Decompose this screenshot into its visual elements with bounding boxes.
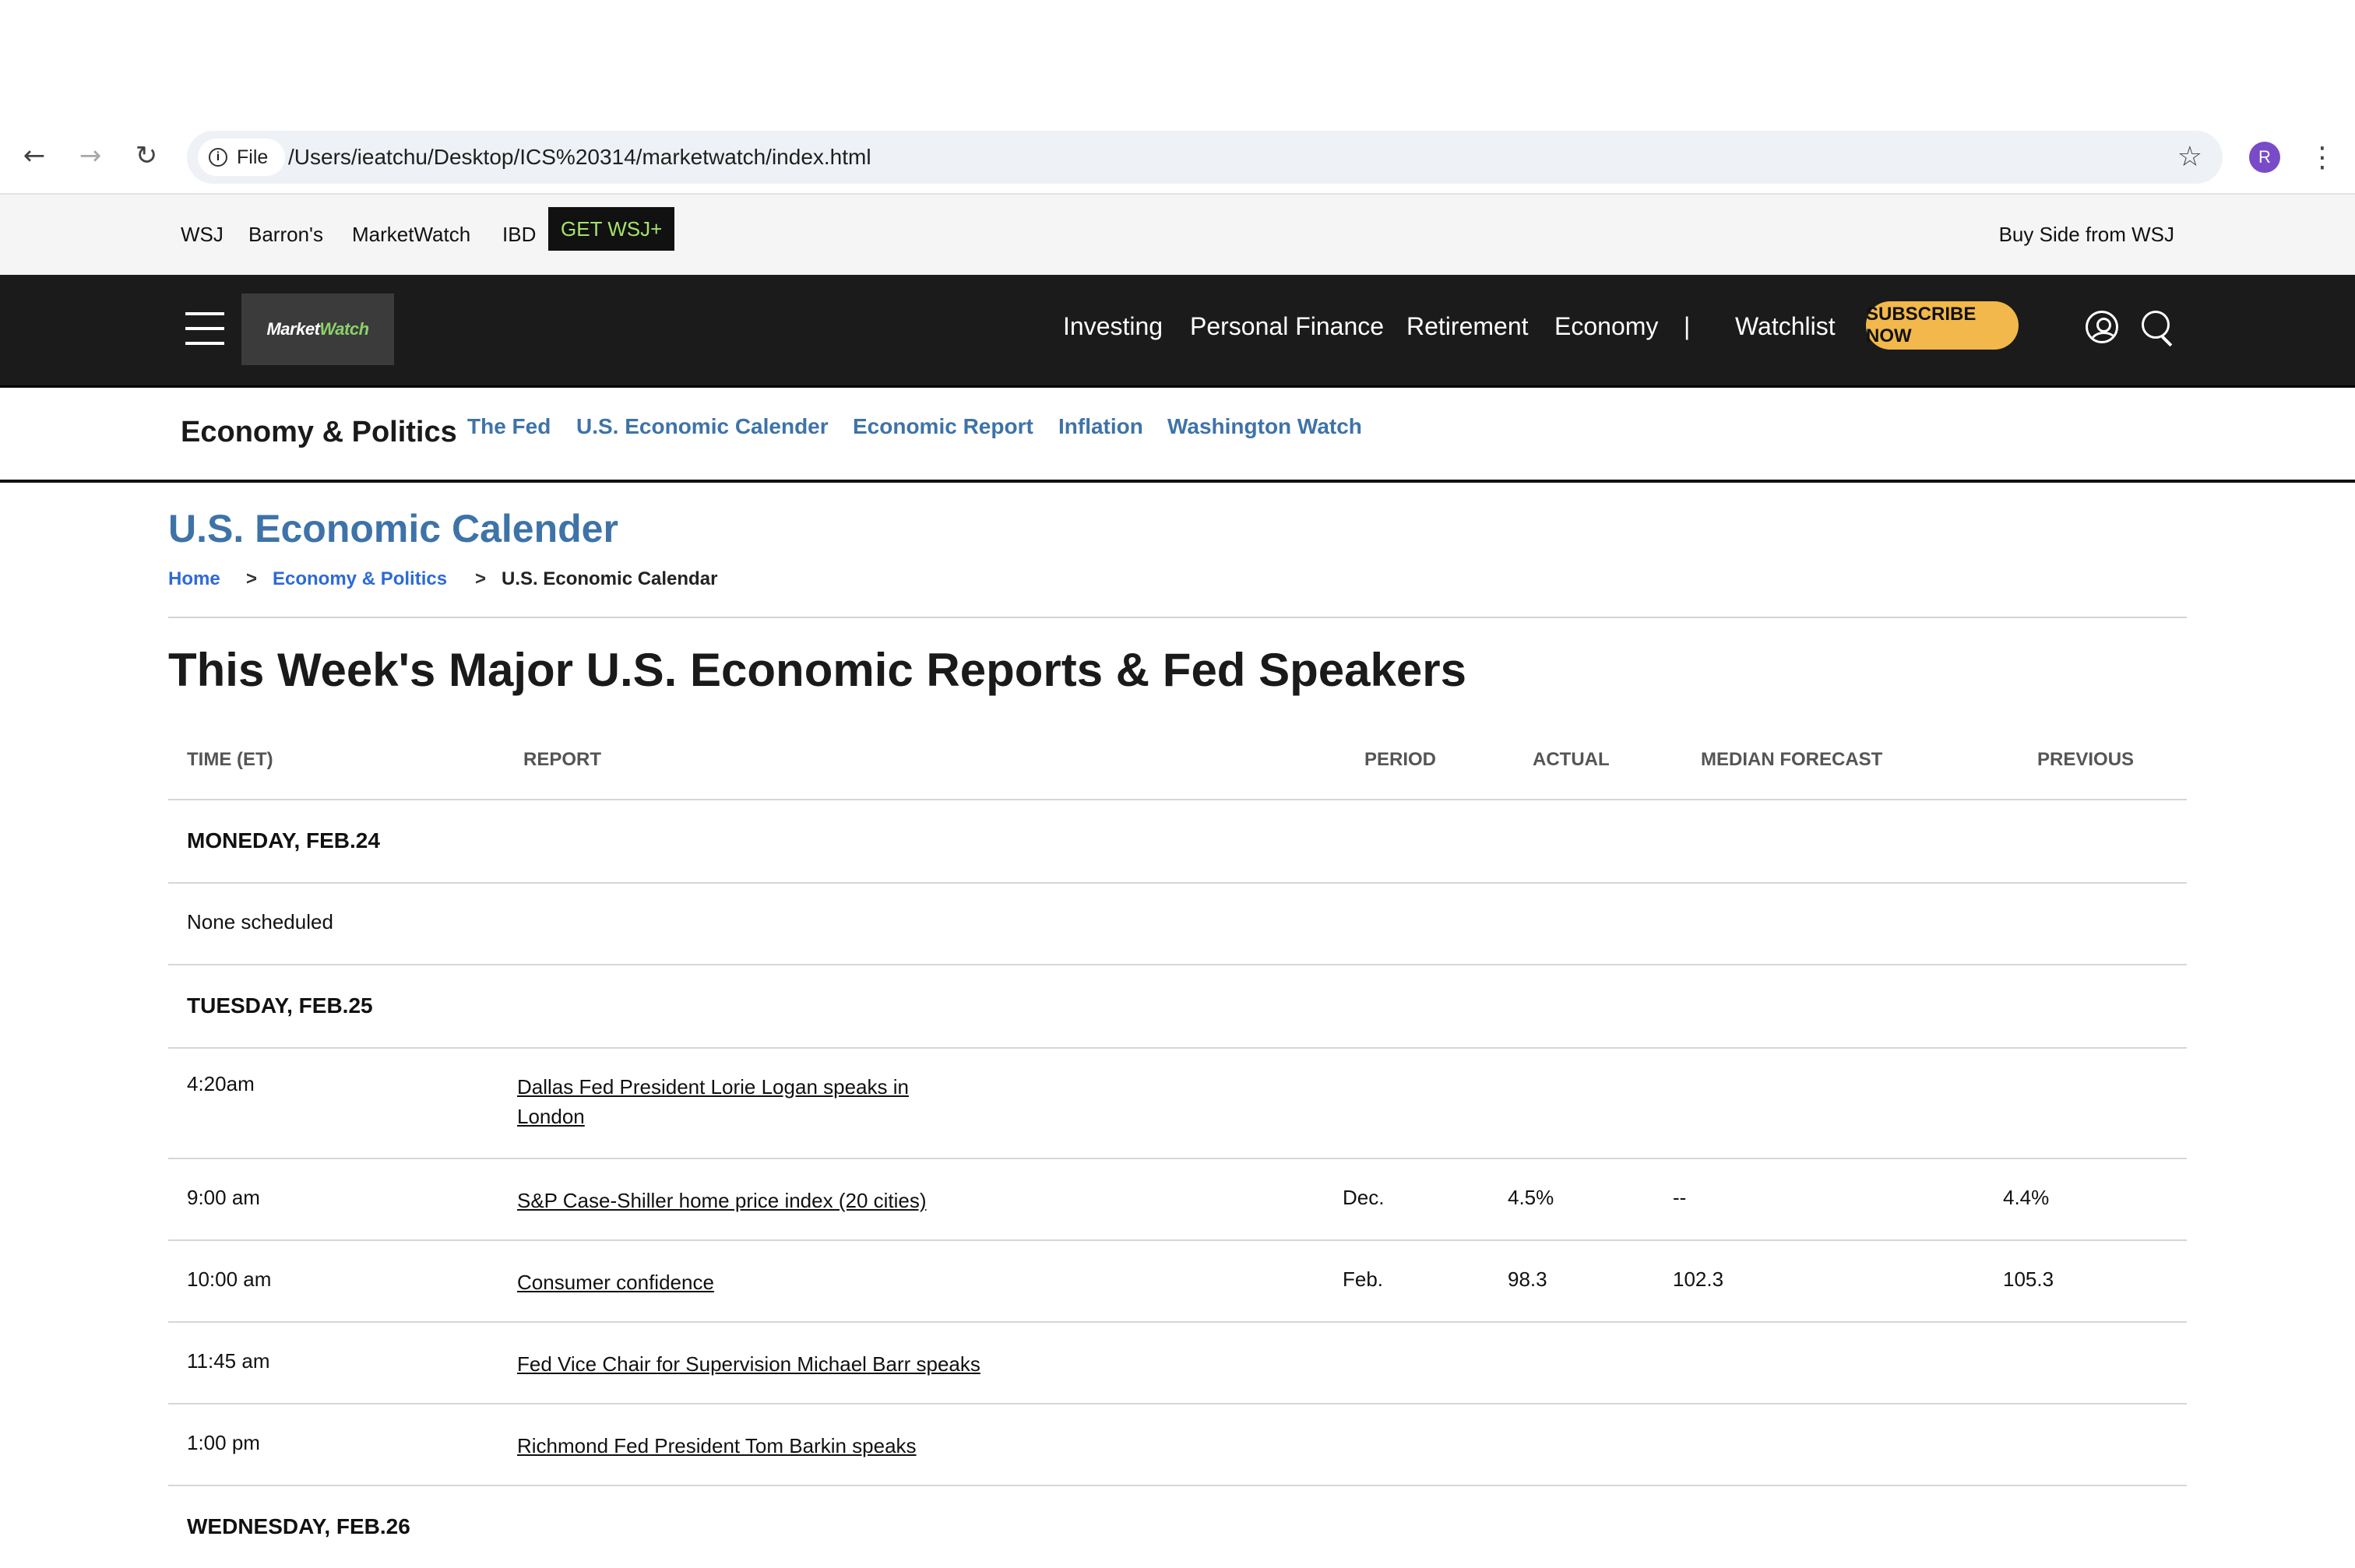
event-time: 9:00 am xyxy=(187,1186,260,1209)
col-header-median-forecast: MEDIAN FORECAST xyxy=(1701,749,1883,770)
col-header-report: REPORT xyxy=(523,749,602,770)
hamburger-menu-icon[interactable] xyxy=(185,312,224,345)
event-time: 10:00 am xyxy=(187,1267,272,1291)
week-title: This Week's Major U.S. Economic Reports … xyxy=(168,644,1466,696)
section-link-inflation[interactable]: Inflation xyxy=(1058,414,1143,439)
info-icon: i xyxy=(209,148,227,167)
report-link[interactable]: Fed Vice Chair for Supervision Michael B… xyxy=(517,1349,980,1379)
marketwatch-logo[interactable]: Market Watch xyxy=(241,294,394,365)
table-row: None scheduled xyxy=(168,884,2187,965)
col-header-previous: PREVIOUS xyxy=(2037,749,2135,770)
logo-text-watch: Watch xyxy=(319,319,369,339)
back-arrow-icon[interactable]: ← xyxy=(16,137,53,174)
page-heading: U.S. Economic Calender xyxy=(168,507,618,550)
bookmark-star-icon[interactable]: ☆ xyxy=(2177,142,2202,173)
event-period: Dec. xyxy=(1343,1186,1385,1209)
breadcrumb-separator: > xyxy=(475,568,487,589)
event-median-forecast: -- xyxy=(1673,1186,1687,1209)
utility-bar: WSJ Barron's MarketWatch IBD Buy Side fr… xyxy=(0,195,2355,275)
table-header-row: TIME (ET) REPORT PERIOD ACTUAL MEDIAN FO… xyxy=(168,733,2187,800)
table-row: 1:00 pm Richmond Fed President Tom Barki… xyxy=(168,1405,2187,1486)
report-link[interactable]: Consumer confidence xyxy=(517,1267,714,1297)
section-link-economic-calender[interactable]: U.S. Economic Calender xyxy=(576,414,829,439)
none-scheduled-text: None scheduled xyxy=(187,910,333,933)
event-previous: 4.4% xyxy=(2003,1186,2050,1209)
nav-separator: | xyxy=(1684,312,1691,340)
day-row: TUESDAY, FEB.25 xyxy=(168,965,2187,1049)
table-row: 9:00 am S&P Case-Shiller home price inde… xyxy=(168,1159,2187,1241)
search-icon[interactable] xyxy=(2142,311,2176,347)
subscribe-now-button[interactable]: SUBSCRIBE NOW xyxy=(1866,301,2019,350)
event-median-forecast: 102.3 xyxy=(1673,1267,1724,1291)
event-period: Feb. xyxy=(1343,1267,1384,1291)
site-info-chip[interactable]: i File xyxy=(198,139,286,176)
day-label: MONEDAY, FEB.24 xyxy=(187,828,380,853)
buy-side-link[interactable]: Buy Side from WSJ xyxy=(1999,223,2174,247)
nav-economy[interactable]: Economy xyxy=(1554,312,1658,341)
col-header-period: PERIOD xyxy=(1364,749,1437,770)
section-title[interactable]: Economy & Politics xyxy=(181,416,457,449)
day-row: WEDNESDAY, FEB.26 xyxy=(168,1486,2187,1568)
nav-investing[interactable]: Investing xyxy=(1063,312,1163,341)
col-header-time: TIME (ET) xyxy=(187,749,273,770)
url-text[interactable]: /Users/ieatchu/Desktop/ICS%20314/marketw… xyxy=(288,131,871,184)
table-row: 11:45 am Fed Vice Chair for Supervision … xyxy=(168,1323,2187,1405)
table-row: 10:00 am Consumer confidence Feb. 98.3 1… xyxy=(168,1241,2187,1323)
main-nav: Market Watch Investing Personal Finance R… xyxy=(0,275,2355,388)
address-bar[interactable]: i File /Users/ieatchu/Desktop/ICS%20314/… xyxy=(187,131,2223,184)
day-label: WEDNESDAY, FEB.26 xyxy=(187,1514,410,1538)
util-link-marketwatch[interactable]: MarketWatch xyxy=(352,223,470,247)
event-actual: 4.5% xyxy=(1508,1186,1554,1209)
event-previous: 105.3 xyxy=(2003,1267,2054,1291)
economic-calendar-table: TIME (ET) REPORT PERIOD ACTUAL MEDIAN FO… xyxy=(168,733,2187,1568)
divider xyxy=(168,617,2187,618)
section-link-economic-report[interactable]: Economic Report xyxy=(853,414,1033,439)
col-header-actual: ACTUAL xyxy=(1533,749,1610,770)
section-link-washington-watch[interactable]: Washington Watch xyxy=(1167,414,1362,439)
report-link[interactable]: S&P Case-Shiller home price index (20 ci… xyxy=(517,1186,927,1215)
section-link-the-fed[interactable]: The Fed xyxy=(467,414,551,439)
user-account-icon[interactable] xyxy=(2086,311,2118,343)
breadcrumb-economy-politics[interactable]: Economy & Politics xyxy=(273,568,447,590)
nav-watchlist[interactable]: Watchlist xyxy=(1735,312,1836,341)
table-row: 4:20am Dallas Fed President Lorie Logan … xyxy=(168,1049,2187,1159)
util-link-ibd[interactable]: IBD xyxy=(502,223,536,247)
breadcrumb-current: U.S. Economic Calendar xyxy=(502,568,718,589)
reload-icon[interactable]: ↻ xyxy=(128,137,165,174)
browser-menu-icon[interactable]: ⋮ xyxy=(2308,137,2336,178)
event-actual: 98.3 xyxy=(1508,1267,1547,1291)
forward-arrow-icon[interactable]: → xyxy=(72,137,109,174)
breadcrumb-separator: > xyxy=(246,568,258,589)
site-chip-label: File xyxy=(237,146,269,168)
get-wsj-plus-button[interactable]: GET WSJ+ xyxy=(548,207,675,251)
breadcrumb-home[interactable]: Home xyxy=(168,568,220,590)
util-link-wsj[interactable]: WSJ xyxy=(181,223,224,247)
nav-personal-finance[interactable]: Personal Finance xyxy=(1190,312,1384,341)
logo-text-market: Market xyxy=(266,319,320,339)
day-row: MONEDAY, FEB.24 xyxy=(168,800,2187,884)
event-time: 4:20am xyxy=(187,1072,255,1095)
report-link[interactable]: Dallas Fed President Lorie Logan speaks … xyxy=(517,1072,938,1131)
section-nav: Economy & Politics The Fed U.S. Economic… xyxy=(0,388,2355,483)
nav-retirement[interactable]: Retirement xyxy=(1406,312,1529,341)
browser-tab-strip xyxy=(0,0,2355,118)
day-label: TUESDAY, FEB.25 xyxy=(187,993,373,1018)
profile-avatar[interactable]: R xyxy=(2249,142,2280,173)
event-time: 11:45 am xyxy=(187,1349,270,1373)
event-time: 1:00 pm xyxy=(187,1431,260,1454)
util-link-barrons[interactable]: Barron's xyxy=(248,223,323,247)
report-link[interactable]: Richmond Fed President Tom Barkin speaks xyxy=(517,1431,917,1461)
